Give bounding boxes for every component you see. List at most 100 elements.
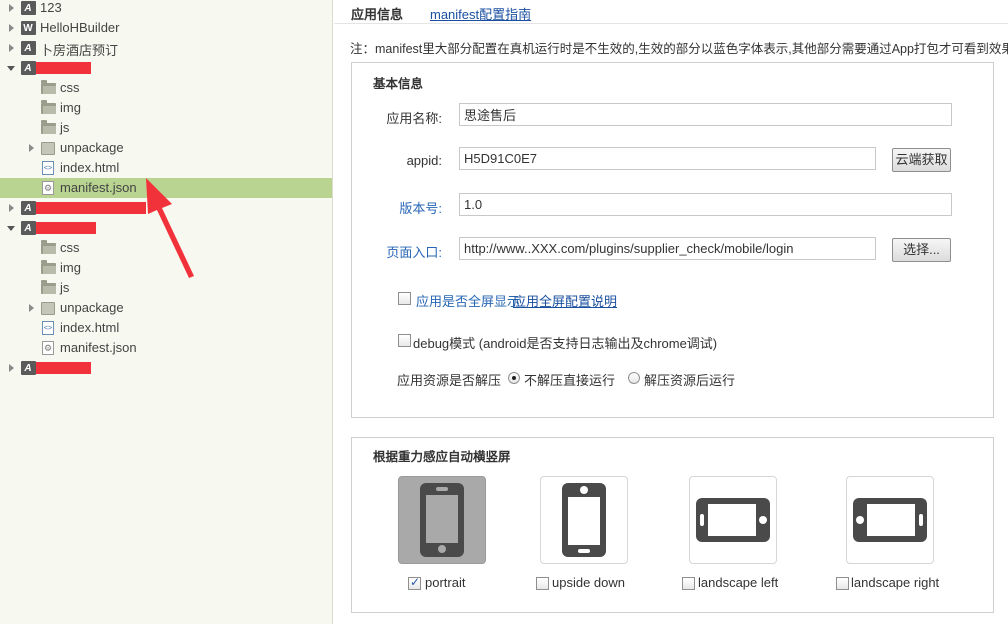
- orientation-landscape-left-tile[interactable]: [689, 476, 777, 564]
- folder-icon: [40, 259, 56, 275]
- phone-portrait-icon: [420, 483, 464, 557]
- tree-collapsed-icon[interactable]: [26, 303, 36, 313]
- folder-icon: [40, 79, 56, 95]
- tree-collapsed-icon[interactable]: [6, 203, 16, 213]
- tree-expanded-icon[interactable]: [6, 63, 16, 73]
- tree-row[interactable]: A 卜房酒店预订: [0, 38, 332, 58]
- tree-row-label: css: [60, 80, 80, 95]
- landscape-right-label: landscape right: [851, 575, 940, 590]
- tree-row-label: index.html: [60, 160, 120, 175]
- unzip-option-no-radio[interactable]: [508, 372, 520, 384]
- app-project-icon: A: [20, 361, 36, 375]
- redaction-mark: [36, 362, 91, 374]
- html-file-icon-glyph: <>: [42, 161, 54, 175]
- app-project-icon-glyph: A: [20, 201, 36, 215]
- tree-row-label: HelloHBuilder: [40, 20, 120, 35]
- phone-upside-down-icon: [562, 483, 606, 557]
- tree-row-label: 卜房酒店预订: [40, 43, 119, 58]
- fullscreen-checkbox[interactable]: [398, 292, 411, 305]
- tree-expanded-icon[interactable]: [6, 223, 16, 233]
- entry-url-input[interactable]: [459, 237, 876, 260]
- package-icon-glyph: [41, 141, 55, 155]
- basic-info-panel: 基本信息 应用名称: appid: 云端获取 版本号: 页面入口: 选择... …: [351, 62, 994, 418]
- html-file-icon-glyph: <>: [42, 321, 54, 335]
- folder-icon-glyph: [40, 259, 56, 274]
- redaction-mark: [36, 222, 96, 234]
- annotation-arrow-shape: [146, 178, 194, 278]
- orientation-landscape-right-tile[interactable]: [846, 476, 934, 564]
- json-file-icon: ⚙: [40, 341, 56, 355]
- json-file-icon-glyph: ⚙: [42, 341, 54, 355]
- orientation-portrait-tile[interactable]: [398, 476, 486, 564]
- upside-down-checkbox[interactable]: [536, 577, 549, 590]
- phone-landscape-left-icon: [696, 498, 770, 542]
- web-project-icon-glyph: W: [20, 21, 36, 35]
- version-input[interactable]: [459, 193, 952, 216]
- tree-collapsed-icon[interactable]: [6, 3, 16, 13]
- landscape-left-checkbox[interactable]: [682, 577, 695, 590]
- tree-row-label: index.html: [60, 320, 120, 335]
- package-icon: [40, 301, 56, 315]
- landscape-right-checkbox[interactable]: [836, 577, 849, 590]
- entry-label: 页面入口:: [386, 245, 442, 260]
- tree-row[interactable]: ⚙ manifest.json: [0, 338, 332, 358]
- tree-row-label: unpackage: [60, 140, 124, 155]
- tree-row-label: unpackage: [60, 300, 124, 315]
- tree-row[interactable]: css: [0, 78, 332, 98]
- tree-collapsed-icon[interactable]: [6, 363, 16, 373]
- editor-tabbar: 应用信息 manifest配置指南: [334, 0, 1008, 24]
- manifest-guide-link[interactable]: manifest配置指南: [430, 4, 531, 23]
- tree-row[interactable]: js: [0, 278, 332, 298]
- unzip-option-yes-label: 解压资源后运行: [644, 373, 736, 388]
- tree-row[interactable]: <> index.html: [0, 158, 332, 178]
- app-project-icon: A: [20, 41, 36, 55]
- redaction-mark: [36, 202, 146, 214]
- folder-icon-glyph: [40, 239, 56, 254]
- tree-row[interactable]: unpackage: [0, 298, 332, 318]
- folder-icon: [40, 119, 56, 135]
- folder-icon: [40, 279, 56, 295]
- orientation-upside-down-tile[interactable]: [540, 476, 628, 564]
- html-file-icon: <>: [40, 161, 56, 175]
- tree-collapsed-icon[interactable]: [6, 23, 16, 33]
- folder-icon-glyph: [40, 279, 56, 294]
- app-name-input[interactable]: [459, 103, 952, 126]
- tree-row[interactable]: <> index.html: [0, 318, 332, 338]
- tree-row-label: js: [60, 120, 70, 135]
- unzip-option-yes-radio[interactable]: [628, 372, 640, 384]
- tree-row[interactable]: W HelloHBuilder: [0, 18, 332, 38]
- tree-row-label: 123: [40, 0, 62, 15]
- phone-landscape-right-icon: [853, 498, 927, 542]
- debug-checkbox[interactable]: [398, 334, 411, 347]
- tree-collapsed-icon[interactable]: [26, 143, 36, 153]
- appid-input[interactable]: [459, 147, 876, 170]
- tree-row[interactable]: img: [0, 98, 332, 118]
- portrait-checkbox[interactable]: [408, 575, 421, 590]
- tree-row[interactable]: A: [0, 58, 332, 78]
- tree-row[interactable]: js: [0, 118, 332, 138]
- tree-row-label: img: [60, 100, 81, 115]
- tree-row-label: manifest.json: [60, 340, 137, 355]
- tree-row[interactable]: unpackage: [0, 138, 332, 158]
- app-project-icon-glyph: A: [20, 61, 36, 75]
- app-name-label: 应用名称:: [386, 111, 442, 126]
- app-project-icon: A: [20, 61, 36, 75]
- fullscreen-label: 应用是否全屏显示: [416, 294, 521, 309]
- annotation-arrow: [146, 178, 194, 278]
- landscape-left-label: landscape left: [698, 575, 779, 590]
- upside-down-label: upside down: [552, 575, 625, 590]
- tree-row[interactable]: A: [0, 358, 332, 378]
- unzip-label: 应用资源是否解压: [397, 373, 502, 388]
- tree-collapsed-icon[interactable]: [6, 43, 16, 53]
- folder-icon-glyph: [40, 99, 56, 114]
- redaction-mark: [36, 62, 91, 74]
- folder-icon-glyph: [40, 79, 56, 94]
- portrait-label: portrait: [425, 575, 466, 590]
- unzip-option-no-label: 不解压直接运行: [524, 373, 616, 388]
- tab-app-info[interactable]: 应用信息: [351, 4, 403, 23]
- cloud-fetch-button[interactable]: 云端获取: [892, 148, 951, 172]
- tree-row[interactable]: A 123: [0, 0, 332, 18]
- select-page-button[interactable]: 选择...: [892, 238, 951, 262]
- fullscreen-help-link[interactable]: 应用全屏配置说明: [513, 291, 617, 310]
- orientation-title: 根据重力感应自动横竖屏: [373, 450, 511, 464]
